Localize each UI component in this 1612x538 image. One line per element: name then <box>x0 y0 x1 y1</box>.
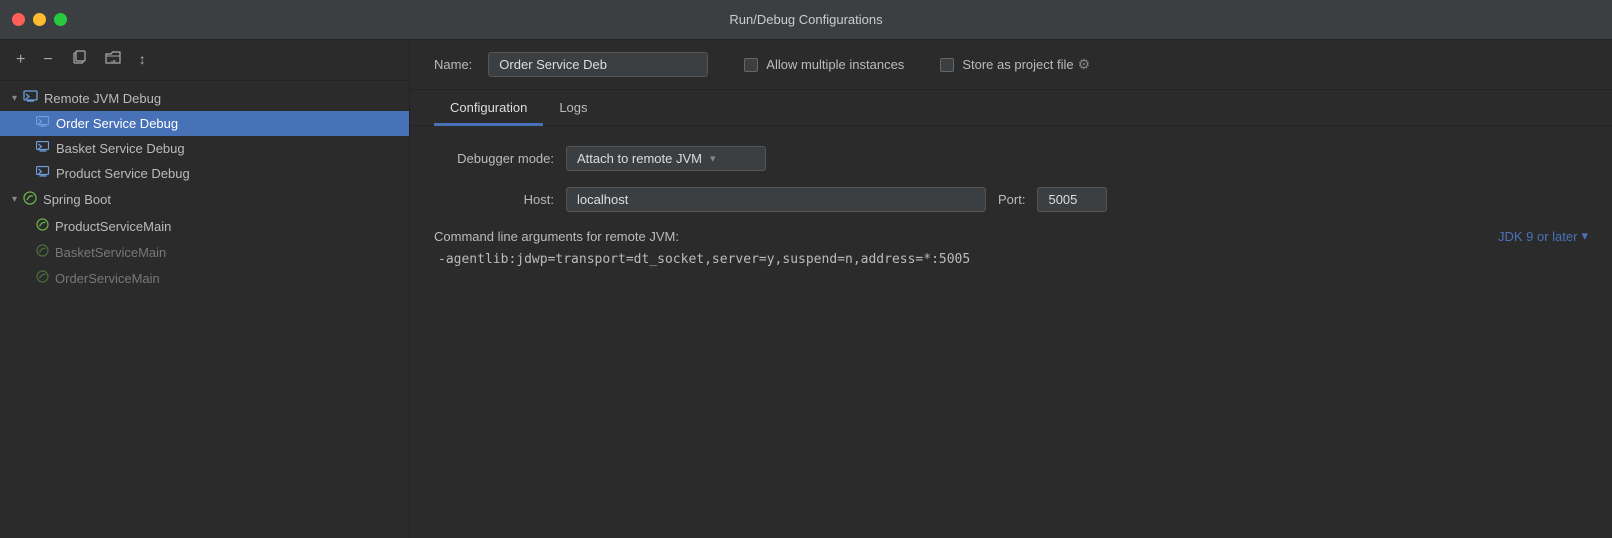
host-label: Host: <box>434 192 554 207</box>
remote-jvm-item-icon-3 <box>36 166 50 181</box>
sidebar-content: ▾ Remote JVM Debug <box>0 81 409 538</box>
debugger-mode-value: Attach to remote JVM <box>577 151 702 166</box>
port-label: Port: <box>998 192 1025 207</box>
minimize-button[interactable] <box>33 13 46 26</box>
spring-boot-item-icon-3 <box>36 270 49 286</box>
window-title: Run/Debug Configurations <box>729 12 882 27</box>
port-input[interactable] <box>1037 187 1107 212</box>
svg-text:⇥: ⇥ <box>110 59 115 65</box>
jdk-chevron-icon: ▾ <box>1581 228 1588 244</box>
tree-group-remote-jvm: ▾ Remote JVM Debug <box>0 85 409 186</box>
tree-item-order-service-debug[interactable]: Order Service Debug <box>0 111 409 136</box>
host-port-row: Host: Port: <box>434 187 1588 212</box>
name-label: Name: <box>434 57 472 72</box>
store-as-project-wrapper[interactable]: Store as project file <box>940 57 1073 72</box>
tree-group-label-remote-jvm: Remote JVM Debug <box>44 91 161 106</box>
tree-item-label-order-service-main: OrderServiceMain <box>55 271 160 286</box>
tree-group-label-spring-boot: Spring Boot <box>43 192 111 207</box>
sidebar-toolbar: + − ⇥ ↕ <box>0 40 409 81</box>
maximize-button[interactable] <box>54 13 67 26</box>
close-button[interactable] <box>12 13 25 26</box>
spring-boot-item-icon-2 <box>36 244 49 260</box>
gear-icon[interactable]: ⚙ <box>1078 56 1091 73</box>
cmd-value-row: -agentlib:jdwp=transport=dt_socket,serve… <box>434 252 1588 267</box>
jdk-version-link[interactable]: JDK 9 or later ▾ <box>1498 228 1588 244</box>
store-as-project-checkbox[interactable] <box>940 58 954 72</box>
tree-item-product-service-main[interactable]: ProductServiceMain <box>0 213 409 239</box>
cmd-value-text: -agentlib:jdwp=transport=dt_socket,serve… <box>434 252 974 267</box>
remote-jvm-item-icon-2 <box>36 141 50 156</box>
tree-group-header-spring-boot[interactable]: ▾ Spring Boot <box>0 186 409 213</box>
allow-multiple-group: Allow multiple instances <box>744 57 904 72</box>
cmd-label-row: Command line arguments for remote JVM: J… <box>434 228 1588 244</box>
tab-configuration[interactable]: Configuration <box>434 90 543 126</box>
folder-button[interactable]: ⇥ <box>101 49 125 71</box>
tree-item-label-product-service-debug: Product Service Debug <box>56 166 190 181</box>
tree-item-basket-service-debug[interactable]: Basket Service Debug <box>0 136 409 161</box>
chevron-icon: ▾ <box>12 93 17 104</box>
tree-item-product-service-debug[interactable]: Product Service Debug <box>0 161 409 186</box>
tree-group-header-remote-jvm[interactable]: ▾ Remote JVM Debug <box>0 85 409 111</box>
tree-item-basket-service-main[interactable]: BasketServiceMain <box>0 239 409 265</box>
window-controls <box>12 13 67 26</box>
select-arrow-icon: ▾ <box>710 152 716 165</box>
store-as-project-label: Store as project file <box>962 57 1073 72</box>
main-layout: + − ⇥ ↕ ▾ <box>0 40 1612 538</box>
sidebar: + − ⇥ ↕ ▾ <box>0 40 410 538</box>
cmd-label: Command line arguments for remote JVM: <box>434 229 1486 244</box>
spring-boot-icon <box>23 191 37 208</box>
debugger-mode-select[interactable]: Attach to remote JVM ▾ <box>566 146 766 171</box>
allow-multiple-checkbox[interactable] <box>744 58 758 72</box>
add-configuration-button[interactable]: + <box>12 50 29 70</box>
tree-item-label-product-service-main: ProductServiceMain <box>55 219 171 234</box>
content-panel: Name: Allow multiple instances Store as … <box>410 40 1612 538</box>
allow-multiple-label: Allow multiple instances <box>766 57 904 72</box>
titlebar: Run/Debug Configurations <box>0 0 1612 40</box>
spring-boot-item-icon-1 <box>36 218 49 234</box>
chevron-icon-2: ▾ <box>12 194 17 205</box>
remove-configuration-button[interactable]: − <box>39 50 56 70</box>
remote-jvm-item-icon <box>36 116 50 131</box>
tree-item-label-order-service-debug: Order Service Debug <box>56 116 178 131</box>
debugger-mode-label: Debugger mode: <box>434 151 554 166</box>
form-content: Debugger mode: Attach to remote JVM ▾ Ho… <box>410 126 1612 538</box>
host-input[interactable] <box>566 187 986 212</box>
remote-jvm-icon <box>23 90 38 106</box>
tree-group-spring-boot: ▾ Spring Boot <box>0 186 409 291</box>
jdk-version-label: JDK 9 or later <box>1498 229 1577 244</box>
name-input[interactable] <box>488 52 708 77</box>
store-as-project-group: Store as project file ⚙ <box>940 56 1090 73</box>
sort-button[interactable]: ↕ <box>135 50 150 70</box>
tabs-bar: Configuration Logs <box>410 90 1612 126</box>
allow-multiple-wrapper[interactable]: Allow multiple instances <box>744 57 904 72</box>
tree-item-label-basket-service-main: BasketServiceMain <box>55 245 166 260</box>
tab-logs[interactable]: Logs <box>543 90 603 126</box>
tree-item-label-basket-service-debug: Basket Service Debug <box>56 141 185 156</box>
debugger-mode-row: Debugger mode: Attach to remote JVM ▾ <box>434 146 1588 171</box>
tree-item-order-service-main[interactable]: OrderServiceMain <box>0 265 409 291</box>
copy-configuration-button[interactable] <box>67 48 91 72</box>
content-header: Name: Allow multiple instances Store as … <box>410 40 1612 90</box>
